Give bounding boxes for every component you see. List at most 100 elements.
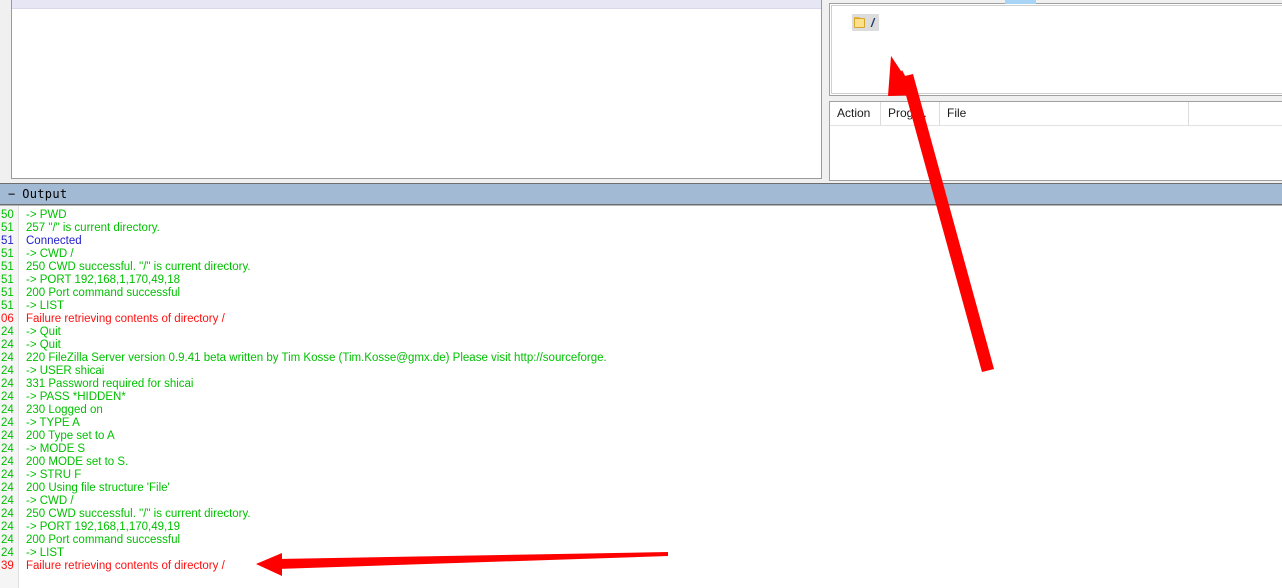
log-line: 51 200 Port command successful: [0, 287, 1282, 300]
log-line-number: 24: [1, 365, 14, 377]
log-line-message: -> MODE S: [26, 443, 86, 455]
log-line: 24 200 MODE set to S.: [0, 456, 1282, 469]
remote-directory-tree-panel[interactable]: /: [829, 3, 1282, 96]
log-line: 06 Failure retrieving contents of directo…: [0, 313, 1282, 326]
log-line-message: -> PORT 192,168,1,170,49,18: [26, 274, 180, 286]
log-line-number: 24: [1, 534, 14, 546]
output-pane-body[interactable]: 50 -> PWD 51 257 "/" is current directory. 5…: [0, 205, 1282, 588]
remote-tree-inner-frame: [831, 5, 1282, 94]
log-line: 50 -> PWD: [0, 209, 1282, 222]
log-line-message: -> Quit: [26, 339, 61, 351]
queue-column-extra[interactable]: [1189, 102, 1282, 125]
queue-column-file[interactable]: File: [940, 102, 1189, 125]
log-line: 51 -> LIST: [0, 300, 1282, 313]
log-line: 24 -> MODE S: [0, 443, 1282, 456]
queue-column-progress[interactable]: Progr...: [881, 102, 940, 125]
log-line: 24 -> STRU F: [0, 469, 1282, 482]
log-line: 24 230 Logged on: [0, 404, 1282, 417]
log-line-number: 24: [1, 352, 14, 364]
log-line-message: -> CWD /: [26, 495, 74, 507]
transfer-queue-rows[interactable]: [830, 126, 1282, 180]
log-line-message: -> USER shicai: [26, 365, 105, 377]
log-line: 24 200 Type set to A: [0, 430, 1282, 443]
log-line-number: 24: [1, 482, 14, 494]
output-log-lines: 50 -> PWD 51 257 "/" is current directory. 5…: [0, 209, 1282, 573]
log-line-number: 50: [1, 209, 14, 221]
log-line-message: -> CWD /: [26, 248, 74, 260]
log-line-message: -> TYPE A: [26, 417, 80, 429]
log-line-number: 51: [1, 300, 14, 312]
log-line-number: 24: [1, 521, 14, 533]
log-line-number: 24: [1, 339, 14, 351]
log-line-number: 24: [1, 456, 14, 468]
log-line-message: 200 Port command successful: [26, 287, 181, 299]
log-line-message: Connected: [26, 235, 82, 247]
log-line: 24 -> PASS *HIDDEN*: [0, 391, 1282, 404]
log-line: 51 257 "/" is current directory.: [0, 222, 1282, 235]
log-line-number: 24: [1, 547, 14, 559]
log-line-number: 51: [1, 274, 14, 286]
log-line-number: 24: [1, 508, 14, 520]
log-line-message: Failure retrieving contents of directory…: [26, 313, 225, 325]
log-line-number: 24: [1, 417, 14, 429]
local-file-list-panel[interactable]: [11, 0, 822, 179]
folder-icon: [854, 16, 868, 29]
log-line-message: 250 CWD successful. "/" is current direc…: [26, 261, 251, 273]
log-line-number: 24: [1, 378, 14, 390]
log-line: 24 -> Quit: [0, 326, 1282, 339]
log-line: 24 -> PORT 192,168,1,170,49,19: [0, 521, 1282, 534]
log-line: 24 -> CWD /: [0, 495, 1282, 508]
output-pane-title: Output: [22, 187, 68, 201]
collapse-icon[interactable]: −: [8, 188, 15, 200]
log-line: 51 -> PORT 192,168,1,170,49,18: [0, 274, 1282, 287]
log-line-message: 200 Port command successful: [26, 534, 181, 546]
log-line: 51 -> CWD /: [0, 248, 1282, 261]
log-line: 24 200 Using file structure 'File': [0, 482, 1282, 495]
tree-node-root[interactable]: /: [852, 14, 880, 31]
log-line-message: -> STRU F: [26, 469, 82, 481]
log-line: 51 250 CWD successful. "/" is current dir…: [0, 261, 1282, 274]
log-line-number: 39: [1, 560, 14, 572]
transfer-queue-panel[interactable]: Action Progr... File: [829, 101, 1282, 181]
log-line-number: 06: [1, 313, 14, 325]
queue-column-action[interactable]: Action: [830, 102, 881, 125]
tree-node-label: /: [871, 15, 875, 30]
log-line: 24 -> LIST: [0, 547, 1282, 560]
log-line-number: 24: [1, 391, 14, 403]
log-line-message: -> PWD: [26, 209, 67, 221]
log-line-message: 200 Using file structure 'File': [26, 482, 170, 494]
log-line-message: -> PASS *HIDDEN*: [26, 391, 126, 403]
log-line-message: Failure retrieving contents of directory…: [26, 560, 225, 572]
log-line-message: 257 "/" is current directory.: [26, 222, 160, 234]
log-line-message: 200 Type set to A: [26, 430, 115, 442]
log-line: 24 250 CWD successful. "/" is current dir…: [0, 508, 1282, 521]
log-line-number: 24: [1, 404, 14, 416]
log-line-message: -> Quit: [26, 326, 61, 338]
top-region: / Action Progr... File: [0, 0, 1282, 183]
log-line-message: 200 MODE set to S.: [26, 456, 129, 468]
toolbar-selection-sliver: [1005, 0, 1036, 4]
log-line: 24 -> TYPE A: [0, 417, 1282, 430]
local-file-list-empty-area[interactable]: [12, 9, 821, 178]
log-line-message: 220 FileZilla Server version 0.9.41 beta…: [26, 352, 607, 364]
log-line-number: 51: [1, 235, 14, 247]
log-line-message: -> PORT 192,168,1,170,49,19: [26, 521, 180, 533]
log-line-message: 230 Logged on: [26, 404, 103, 416]
log-line-number: 24: [1, 443, 14, 455]
log-line-number: 24: [1, 495, 14, 507]
log-line: 24 331 Password required for shicai: [0, 378, 1282, 391]
log-line-number: 24: [1, 469, 14, 481]
log-line: 24 220 FileZilla Server version 0.9.41 be…: [0, 352, 1282, 365]
local-file-list-header-strip: [12, 0, 821, 9]
output-pane-header[interactable]: − Output: [0, 183, 1282, 205]
log-line-number: 24: [1, 430, 14, 442]
log-line-number: 51: [1, 222, 14, 234]
log-line-number: 24: [1, 326, 14, 338]
log-line: 24 -> USER shicai: [0, 365, 1282, 378]
log-line: 24 200 Port command successful: [0, 534, 1282, 547]
log-line: 39 Failure retrieving contents of directo…: [0, 560, 1282, 573]
log-line-message: -> LIST: [26, 547, 65, 559]
log-line-number: 51: [1, 261, 14, 273]
log-line-message: -> LIST: [26, 300, 65, 312]
log-line: 51 Connected: [0, 235, 1282, 248]
